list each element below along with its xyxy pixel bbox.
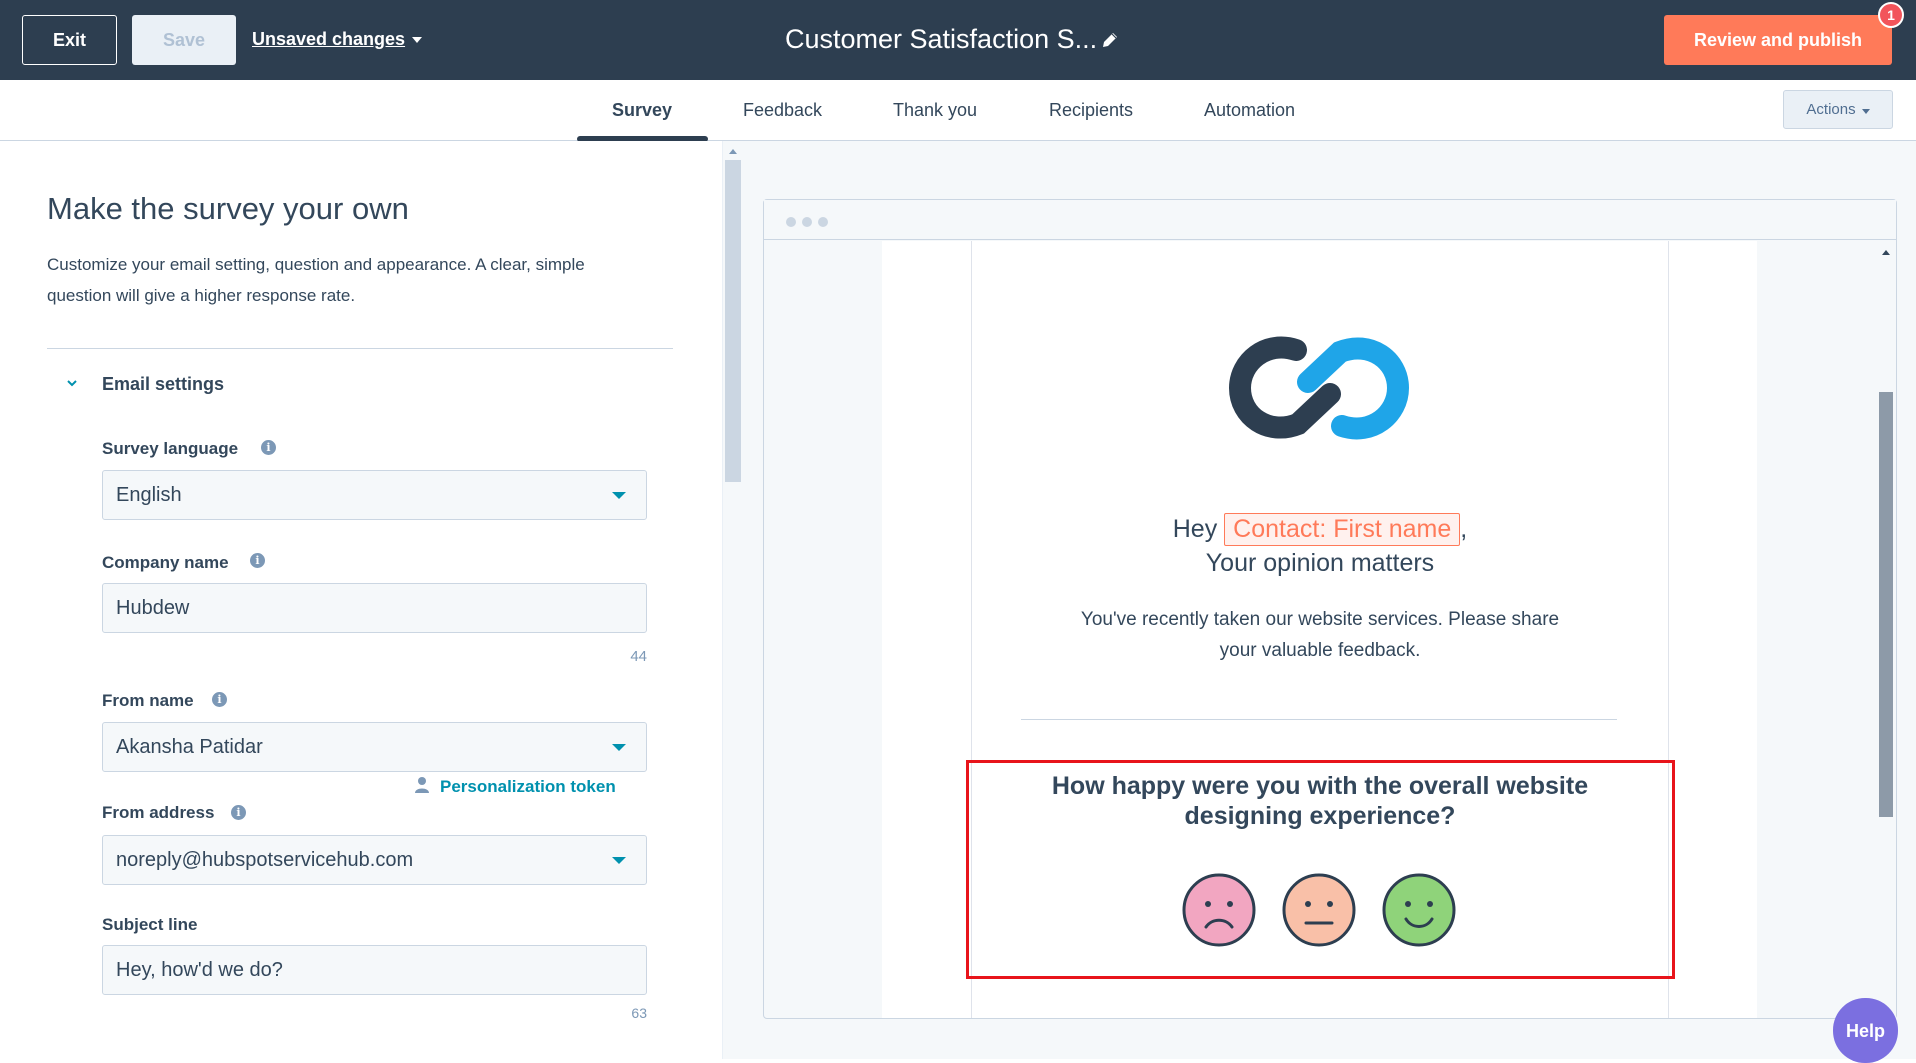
subject-line-label: Subject line: [102, 915, 198, 934]
company-name-label: Company name: [102, 553, 229, 572]
from-address-value: noreply@hubspotservicehub.com: [116, 849, 414, 871]
company-logo: [1228, 336, 1410, 440]
happy-face-icon[interactable]: [1382, 873, 1456, 947]
tab-survey[interactable]: Survey: [612, 100, 672, 121]
email-body-text: You've recently taken our website servic…: [1080, 609, 1560, 661]
subject-line-input[interactable]: Hey, how'd we do?: [102, 945, 647, 995]
from-name-label: From name: [102, 691, 194, 710]
greeting-suffix: ,: [1460, 515, 1468, 543]
first-name-token[interactable]: Contact: First name: [1224, 513, 1461, 546]
caret-down-icon: [612, 744, 626, 751]
exit-button[interactable]: Exit: [22, 15, 117, 65]
from-name-value: Akansha Patidar: [116, 736, 263, 758]
from-name-select[interactable]: Akansha Patidar: [102, 722, 647, 772]
personalization-token-link[interactable]: Personalization token: [440, 777, 616, 797]
survey-language-select[interactable]: English: [102, 470, 647, 520]
divider: [47, 348, 673, 349]
company-name-char-count: 44: [630, 648, 647, 665]
company-name-input[interactable]: Hubdew: [102, 583, 647, 633]
divider: [1021, 719, 1617, 720]
tab-thank-you[interactable]: Thank you: [893, 100, 977, 121]
review-and-publish-button[interactable]: Review and publish: [1664, 15, 1892, 65]
survey-question: How happy were you with the overall webs…: [1051, 772, 1589, 830]
help-button[interactable]: Help: [1833, 998, 1898, 1063]
scroll-up-icon[interactable]: [1882, 250, 1890, 255]
tab-bar: Survey Feedback Thank you Recipients Aut…: [0, 80, 1916, 142]
panel-title: Make the survey your own: [47, 191, 409, 226]
person-icon: [415, 777, 429, 793]
document-title: Customer Satisfaction S...: [785, 24, 1098, 54]
left-scrollbar-thumb[interactable]: [725, 160, 741, 482]
info-icon[interactable]: i: [231, 805, 246, 820]
survey-language-label: Survey language: [102, 439, 239, 458]
scroll-up-icon[interactable]: [729, 149, 737, 154]
tab-feedback[interactable]: Feedback: [743, 100, 822, 121]
top-bar: Exit Save Unsaved changes Customer Satis…: [0, 0, 1916, 80]
email-subheading: Your opinion matters: [1205, 549, 1435, 577]
settings-panel: Make the survey your own Customize your …: [0, 141, 722, 1059]
tab-recipients[interactable]: Recipients: [1049, 100, 1133, 121]
tab-automation[interactable]: Automation: [1204, 100, 1295, 121]
neutral-face-icon[interactable]: [1282, 873, 1356, 947]
subject-line-value: Hey, how'd we do?: [116, 959, 283, 981]
email-settings-section-header[interactable]: Email settings: [102, 374, 224, 395]
greeting-prefix: Hey: [1172, 515, 1218, 543]
unsaved-changes-dropdown[interactable]: Unsaved changes: [252, 29, 405, 50]
info-icon[interactable]: i: [261, 440, 276, 455]
caret-down-icon: [412, 37, 422, 43]
panel-description: Customize your email setting, question a…: [47, 255, 585, 305]
subject-line-char-count: 63: [631, 1005, 647, 1021]
caret-down-icon: [612, 857, 626, 864]
notification-badge: 1: [1878, 2, 1904, 28]
save-button[interactable]: Save: [132, 15, 236, 65]
window-dot-icon: [818, 217, 828, 227]
info-icon[interactable]: i: [212, 692, 227, 707]
email-greeting: Hey Contact: First name,: [971, 513, 1669, 546]
preview-scrollbar-thumb[interactable]: [1879, 392, 1893, 817]
sad-face-icon[interactable]: [1182, 873, 1256, 947]
window-dot-icon: [786, 217, 796, 227]
caret-down-icon: [612, 492, 626, 499]
caret-down-icon: [1862, 109, 1870, 114]
company-name-value: Hubdew: [116, 597, 190, 619]
from-address-label: From address: [102, 803, 215, 822]
actions-dropdown[interactable]: Actions: [1783, 90, 1893, 129]
pencil-icon[interactable]: [1100, 30, 1120, 50]
window-dot-icon: [802, 217, 812, 227]
info-icon[interactable]: i: [250, 553, 265, 568]
browser-preview-header: [764, 200, 1896, 240]
from-address-select[interactable]: noreply@hubspotservicehub.com: [102, 835, 647, 885]
survey-language-value: English: [116, 484, 182, 506]
chevron-down-icon[interactable]: [66, 377, 78, 389]
